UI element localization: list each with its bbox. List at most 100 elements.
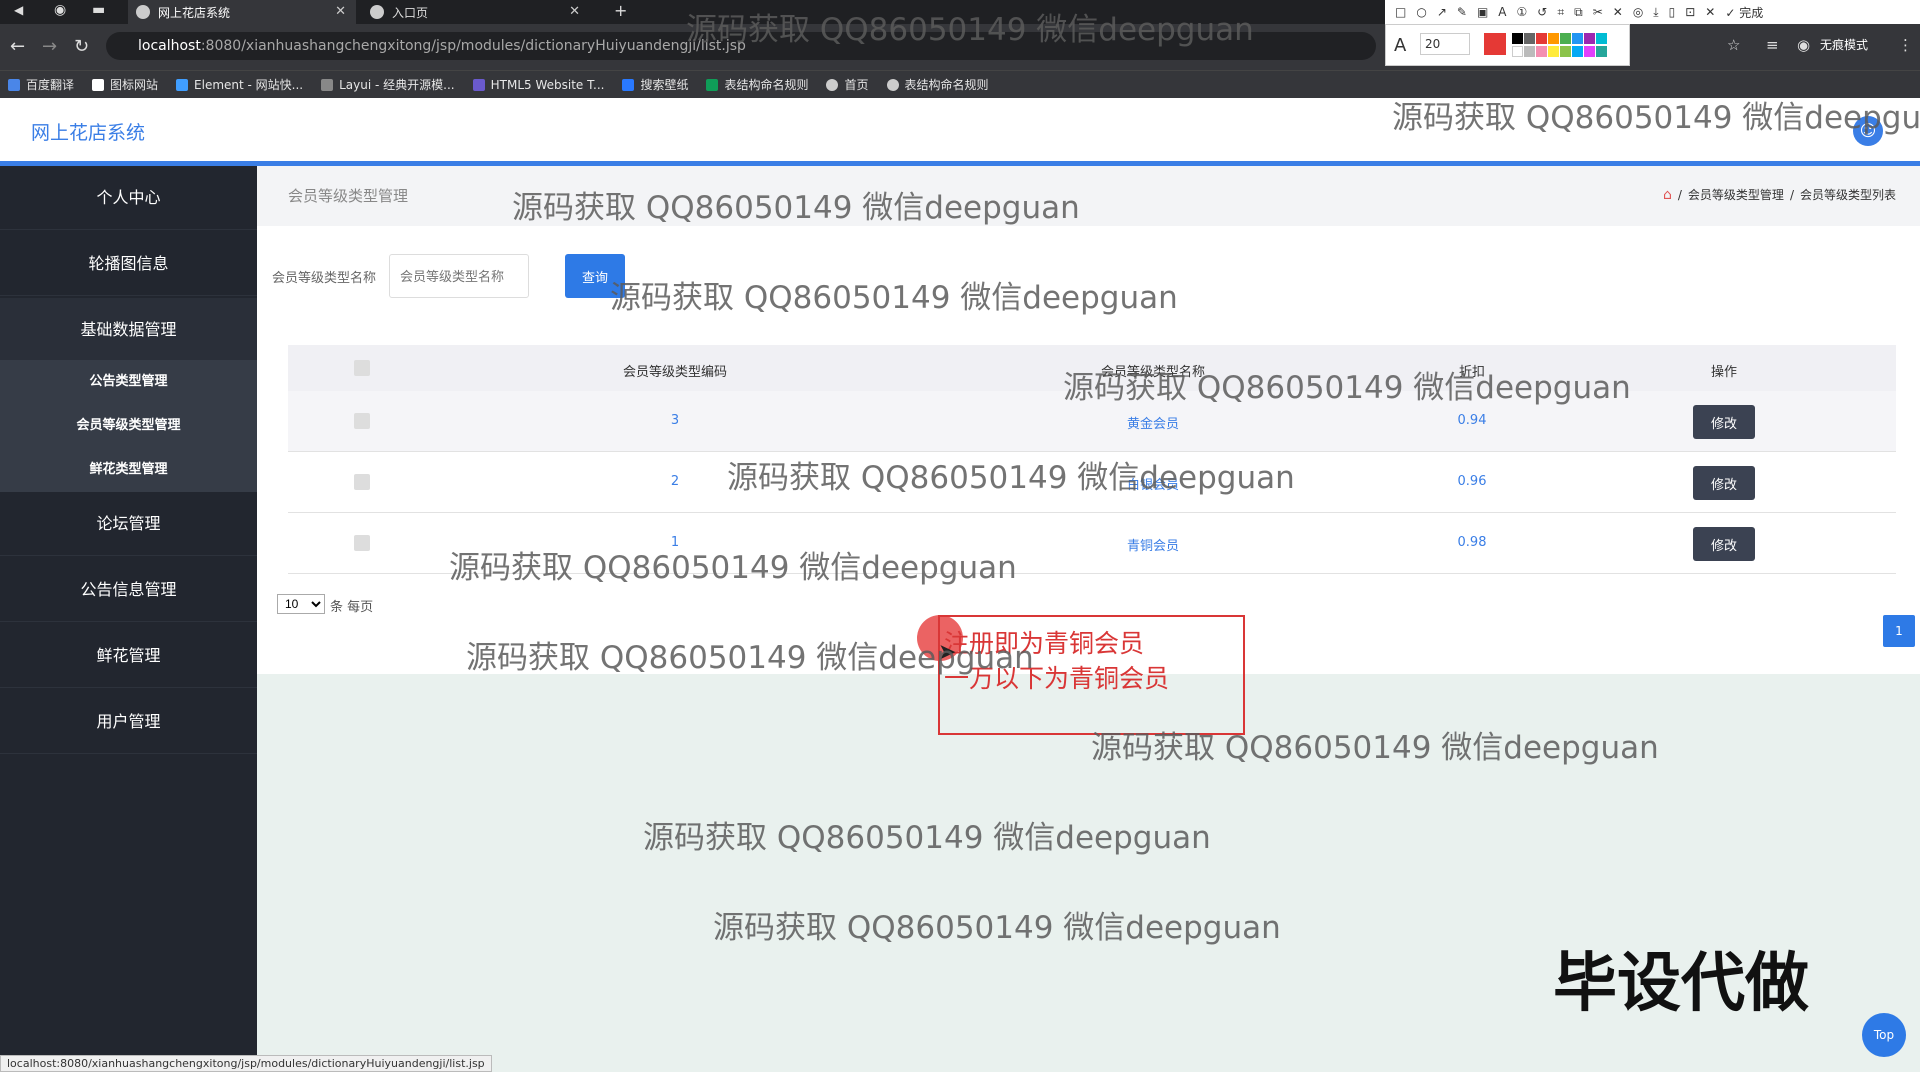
- rectangle-tool-icon[interactable]: □: [1395, 5, 1406, 19]
- undo-icon[interactable]: ↺: [1537, 5, 1547, 19]
- font-size-icon: A: [1394, 35, 1407, 56]
- color-swatch[interactable]: [1524, 46, 1535, 57]
- menu-icon[interactable]: ⋮: [1898, 36, 1913, 54]
- page-size-select[interactable]: 10: [277, 594, 325, 614]
- color-swatch[interactable]: [1512, 46, 1523, 57]
- annotation-style-panel: A 20: [1385, 24, 1630, 66]
- tab-title: 入口页: [392, 5, 429, 20]
- select-all-checkbox[interactable]: [354, 360, 370, 376]
- bookmark-item[interactable]: 搜索壁纸: [622, 76, 688, 93]
- sidebar-submenu: 公告类型管理 会员等级类型管理 鲜花类型管理: [0, 360, 257, 492]
- color-swatch[interactable]: [1596, 46, 1607, 57]
- current-color-swatch[interactable]: [1484, 33, 1506, 55]
- sidebar-item-carousel[interactable]: 轮播图信息: [0, 232, 257, 296]
- discount-cell: 0.96: [1457, 474, 1487, 489]
- window-icon[interactable]: ▬: [92, 2, 105, 18]
- close-tab-icon[interactable]: ✕: [569, 4, 580, 19]
- done-button[interactable]: ✓ 完成: [1725, 4, 1763, 21]
- mosaic-tool-icon[interactable]: ▣: [1477, 5, 1488, 19]
- app-title: 网上花店系统: [31, 122, 146, 144]
- search-input[interactable]: [389, 254, 529, 298]
- number-tool-icon[interactable]: ①: [1517, 5, 1528, 19]
- bookmark-item[interactable]: 表结构命名规则: [706, 76, 808, 93]
- code-cell: 3: [670, 413, 680, 428]
- row-checkbox[interactable]: [354, 535, 370, 551]
- color-swatch[interactable]: [1584, 46, 1595, 57]
- audio-icon[interactable]: ◀: [14, 3, 23, 17]
- bookmark-label: 搜索壁纸: [640, 78, 689, 92]
- sidebar-item-forum[interactable]: 论坛管理: [0, 492, 257, 556]
- edit-button[interactable]: 修改: [1693, 527, 1755, 561]
- watermark: 源码获取 QQ86050149 微信deepguan: [686, 12, 1254, 48]
- breadcrumb: ⌂ / 会员等级类型管理 / 会员等级类型列表: [1663, 186, 1896, 203]
- color-swatch[interactable]: [1548, 46, 1559, 57]
- text-tool-icon[interactable]: A: [1498, 5, 1506, 19]
- sidebar-item-flowers[interactable]: 鲜花管理: [0, 624, 257, 688]
- bookmark-item[interactable]: 表结构命名规则: [886, 76, 989, 93]
- sidebar-item-notices[interactable]: 公告信息管理: [0, 558, 257, 622]
- sidebar-subitem-member-level[interactable]: 会员等级类型管理: [0, 404, 257, 448]
- row-checkbox[interactable]: [354, 413, 370, 429]
- page-number-button[interactable]: 1: [1883, 615, 1915, 647]
- record-icon[interactable]: ◎: [1633, 5, 1643, 19]
- edit-button[interactable]: 修改: [1693, 405, 1755, 439]
- globe-icon: [826, 78, 839, 91]
- color-swatch[interactable]: [1596, 33, 1607, 44]
- edit-button[interactable]: 修改: [1693, 466, 1755, 500]
- bookmark-item[interactable]: HTML5 Website T...: [472, 78, 604, 92]
- sidebar-item-personal-center[interactable]: 个人中心: [0, 166, 257, 230]
- ellipse-tool-icon[interactable]: ○: [1416, 5, 1426, 19]
- cancel-icon[interactable]: ✕: [1705, 5, 1715, 19]
- arrow-tool-icon[interactable]: ↗: [1437, 5, 1447, 19]
- color-swatch[interactable]: [1560, 46, 1571, 57]
- font-size-select[interactable]: 20: [1420, 33, 1470, 55]
- color-swatch[interactable]: [1560, 33, 1571, 44]
- pin-icon[interactable]: ✕: [1613, 5, 1623, 19]
- globe-icon[interactable]: ◉: [54, 2, 66, 18]
- reload-icon[interactable]: ↻: [74, 36, 89, 57]
- bookmark-item[interactable]: 图标网站: [92, 76, 158, 93]
- row-checkbox[interactable]: [354, 474, 370, 490]
- element-icon: [176, 78, 189, 91]
- sidebar-item-basic-data[interactable]: 基础数据管理: [0, 298, 257, 362]
- color-swatch[interactable]: [1512, 33, 1523, 44]
- phone-icon[interactable]: ▯: [1669, 5, 1676, 19]
- tab-entry[interactable]: 入口页 ✕: [362, 0, 590, 24]
- color-swatch[interactable]: [1536, 33, 1547, 44]
- color-swatch[interactable]: [1572, 33, 1583, 44]
- layui-icon: [321, 78, 334, 91]
- download-icon[interactable]: ⤓: [1653, 5, 1658, 20]
- bookmark-item[interactable]: Element - 网站快...: [176, 76, 303, 93]
- color-swatch[interactable]: [1524, 33, 1535, 44]
- back-icon[interactable]: ←: [10, 36, 25, 57]
- tab-active[interactable]: 网上花店系统 ✕: [128, 0, 356, 24]
- done-label: 完成: [1739, 5, 1764, 20]
- sidebar-subitem-flower-type[interactable]: 鲜花类型管理: [0, 448, 257, 492]
- scissors-icon[interactable]: ✂: [1593, 5, 1603, 19]
- color-swatch[interactable]: [1572, 46, 1583, 57]
- color-swatch[interactable]: [1584, 33, 1595, 44]
- back-to-top-button[interactable]: Top: [1862, 1013, 1906, 1057]
- copy-icon[interactable]: ⧉: [1574, 5, 1583, 20]
- bookmark-item[interactable]: 百度翻译: [8, 76, 74, 93]
- color-swatch[interactable]: [1548, 33, 1559, 44]
- breadcrumb-separator: /: [1677, 187, 1682, 202]
- crop-icon[interactable]: ⌗: [1557, 5, 1564, 20]
- sidebar-subitem-notice-type[interactable]: 公告类型管理: [0, 360, 257, 404]
- bookmark-icon[interactable]: ⊡: [1685, 5, 1695, 19]
- pen-tool-icon[interactable]: ✎: [1457, 5, 1467, 19]
- star-icon[interactable]: ☆: [1727, 36, 1740, 54]
- breadcrumb-item[interactable]: 会员等级类型管理: [1688, 186, 1784, 203]
- bookmark-label: 首页: [844, 78, 869, 92]
- forward-icon[interactable]: →: [42, 36, 57, 57]
- reading-list-icon[interactable]: ≡: [1766, 36, 1779, 54]
- color-swatch[interactable]: [1536, 46, 1547, 57]
- bookmark-item[interactable]: Layui - 经典开源模...: [321, 76, 455, 93]
- close-tab-icon[interactable]: ✕: [335, 4, 346, 19]
- incognito-icon: ◉: [1797, 36, 1811, 54]
- new-tab-icon[interactable]: +: [614, 1, 627, 20]
- bookmark-item[interactable]: 首页: [826, 76, 869, 93]
- per-page-label: 条 每页: [330, 600, 374, 615]
- home-icon[interactable]: ⌂: [1663, 187, 1672, 203]
- sidebar-item-users[interactable]: 用户管理: [0, 690, 257, 754]
